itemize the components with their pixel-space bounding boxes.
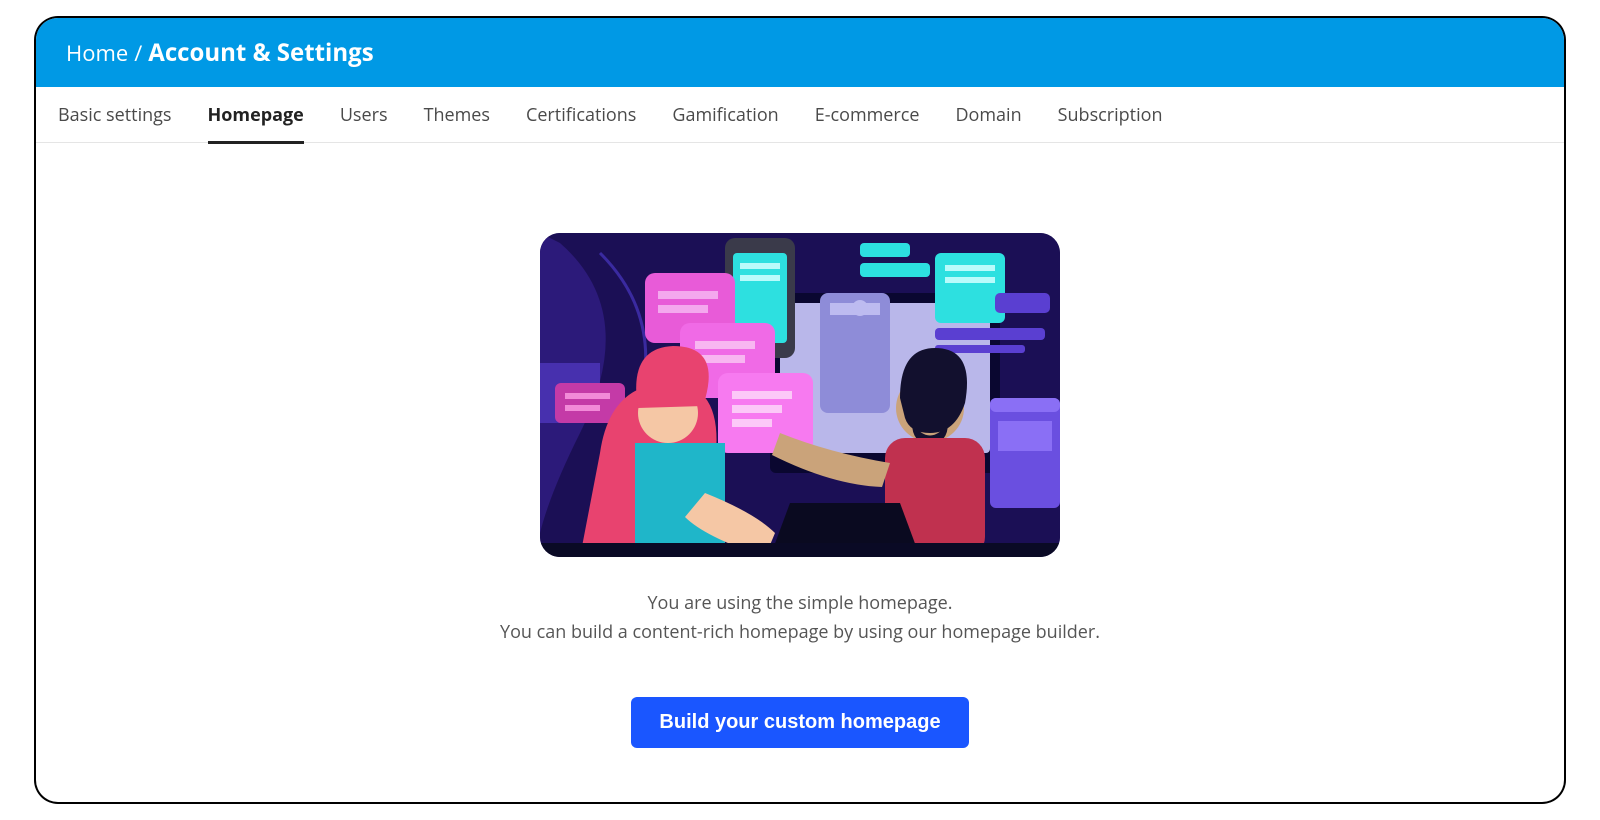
tab-basic-settings[interactable]: Basic settings: [58, 89, 172, 144]
tab-users[interactable]: Users: [340, 89, 388, 144]
header-bar: Home / Account & Settings: [36, 18, 1564, 87]
breadcrumb-current: Account & Settings: [148, 36, 373, 69]
message-line-2: You can build a content-rich homepage by…: [500, 618, 1100, 647]
breadcrumb-separator: /: [134, 38, 142, 68]
tab-ecommerce[interactable]: E-commerce: [815, 89, 920, 144]
tab-domain[interactable]: Domain: [956, 89, 1022, 144]
tab-subscription[interactable]: Subscription: [1058, 89, 1163, 144]
breadcrumb-home[interactable]: Home: [66, 38, 128, 68]
build-homepage-button[interactable]: Build your custom homepage: [631, 697, 968, 748]
tab-gamification[interactable]: Gamification: [672, 89, 778, 144]
tab-certifications[interactable]: Certifications: [526, 89, 636, 144]
app-frame: Home / Account & Settings Basic settings…: [36, 18, 1564, 802]
homepage-illustration: [540, 233, 1060, 557]
tab-themes[interactable]: Themes: [424, 89, 490, 144]
main-content: You are using the simple homepage. You c…: [36, 143, 1564, 802]
message-line-1: You are using the simple homepage.: [500, 589, 1100, 618]
tab-homepage[interactable]: Homepage: [208, 89, 304, 144]
homepage-message: You are using the simple homepage. You c…: [500, 589, 1100, 647]
tabs-bar: Basic settings Homepage Users Themes Cer…: [36, 87, 1564, 143]
